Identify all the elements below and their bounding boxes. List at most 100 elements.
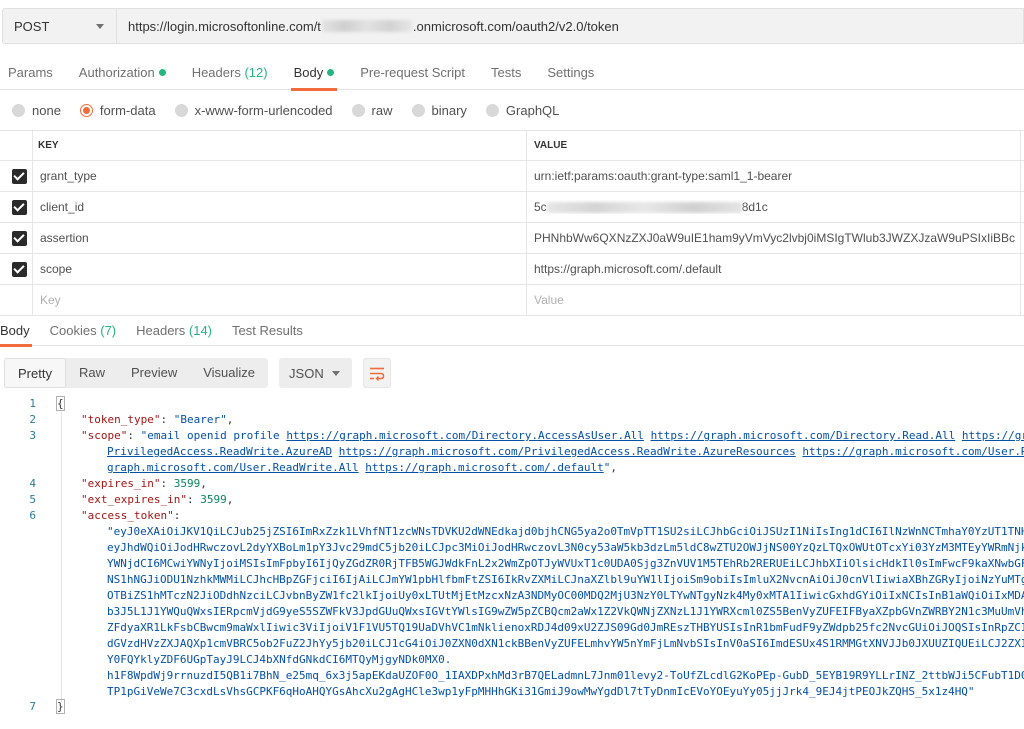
code-line: PrivilegedAccess.ReadWrite.AzureAD https… — [107, 444, 1024, 460]
view-preview-button[interactable]: Preview — [118, 358, 190, 388]
param-value[interactable]: urn:ietf:params:oauth:grant-type:saml1_1… — [534, 169, 1016, 183]
tab-body[interactable]: Body — [281, 56, 348, 91]
tab-headers[interactable]: Headers (12) — [179, 56, 281, 90]
line-number: 1 — [29, 397, 36, 410]
param-value[interactable]: 5c 8d1c — [534, 200, 1016, 214]
tab-count: (7) — [100, 322, 117, 338]
json-key: "ext_expires_in" — [81, 493, 187, 506]
param-key[interactable]: scope — [40, 262, 72, 276]
scope-link[interactable]: https://graph.microsoft.com/Directory.Ac… — [286, 429, 644, 442]
json-string: "email openid profile — [140, 429, 287, 442]
row-enabled-checkbox[interactable] — [12, 231, 27, 246]
param-value[interactable]: https://graph.microsoft.com/.default — [534, 262, 1016, 276]
access-token-line: YWNjdCI6MCwiYWNyIjoiMSIsImFpbyI6IjQyZGdZ… — [107, 557, 1024, 570]
chevron-down-icon — [332, 371, 341, 376]
tab-authorization[interactable]: Authorization — [66, 56, 179, 90]
tab-settings[interactable]: Settings — [534, 56, 607, 90]
line-number: 7 — [29, 700, 36, 713]
wrap-lines-button[interactable] — [363, 358, 392, 388]
column-divider — [32, 254, 33, 284]
row-enabled-checkbox[interactable] — [12, 169, 27, 184]
radio-label: x-www-form-urlencoded — [194, 102, 333, 118]
scope-link[interactable]: PrivilegedAccess.ReadWrite.AzureAD — [107, 445, 332, 458]
radio-graphql[interactable]: GraphQL — [485, 103, 559, 118]
json-number: 3599 — [173, 477, 201, 490]
new-value-input[interactable]: Value — [534, 293, 1016, 307]
method-select[interactable]: POST — [2, 8, 117, 44]
column-divider — [32, 223, 33, 253]
tab-label: Body — [0, 322, 30, 338]
tab-count: (12) — [244, 64, 268, 80]
format-label: JSON — [289, 365, 324, 381]
table-row: scope https://graph.microsoft.com/.defau… — [0, 254, 1024, 285]
scope-link[interactable]: https://graph.microsoft.com/PrivilegedAc… — [339, 445, 796, 458]
radio-none[interactable]: none — [12, 103, 61, 118]
column-divider — [526, 192, 527, 222]
line-number: 3 — [29, 429, 36, 442]
response-body-editor[interactable]: 1 2 3 4 5 6 7 { "token_type": "Bearer", … — [0, 396, 1024, 729]
chevron-down-icon — [96, 24, 104, 29]
json-space — [955, 429, 962, 442]
url-input[interactable]: https://login.microsoftonline.com/t .onmi… — [117, 8, 1024, 44]
json-comma: , — [226, 413, 234, 426]
response-tab-test-results[interactable]: Test Results — [222, 316, 313, 346]
view-raw-button[interactable]: Raw — [66, 358, 118, 388]
table-row: grant_type urn:ietf:params:oauth:grant-t… — [0, 161, 1024, 192]
column-divider — [1020, 161, 1021, 191]
response-tab-headers[interactable]: Headers (14) — [126, 316, 222, 346]
radio-form-data[interactable]: form-data — [79, 102, 156, 118]
response-tab-body[interactable]: Body — [0, 316, 40, 347]
tab-params[interactable]: Params — [0, 56, 66, 90]
param-value[interactable]: PHNhbWw6QXNzZXJ0aW9uIE1ham9yVmVyc2lvbj0i… — [534, 231, 1016, 245]
row-enabled-checkbox[interactable] — [12, 200, 27, 215]
radio-label: binary — [431, 102, 467, 118]
column-divider — [32, 131, 33, 160]
column-divider — [526, 254, 527, 284]
access-token-line: b3J5L1J1YWQuQWxsIERpcmVjdG9yeS5SZWFkV3Jp… — [107, 605, 1024, 618]
wrap-lines-icon — [370, 367, 385, 381]
param-key[interactable]: grant_type — [40, 169, 97, 183]
tab-pre-request-script[interactable]: Pre-request Script — [347, 56, 478, 90]
access-token-line: dGVzdHVzZXJAQXp1cmVBRC5ob2FuZ2JhYy5jb20i… — [107, 637, 1024, 650]
radio-x-www-form-urlencoded[interactable]: x-www-form-urlencoded — [174, 102, 333, 118]
scope-link[interactable]: graph.microsoft.com/User.ReadWrite.All — [107, 461, 359, 474]
status-dot-icon — [327, 68, 335, 76]
tab-label: Headers — [191, 64, 241, 80]
json-colon: : — [127, 429, 141, 442]
tab-count: (14) — [188, 322, 213, 338]
table-header: KEY VALUE — [0, 131, 1024, 161]
response-tab-cookies[interactable]: Cookies (7) — [40, 316, 126, 346]
tab-tests[interactable]: Tests — [478, 56, 534, 90]
param-key[interactable]: assertion — [40, 231, 89, 245]
param-key[interactable]: client_id — [40, 200, 84, 214]
request-tabs: Params Authorization Headers (12) Body Pre-r… — [0, 56, 1024, 91]
tab-label: Cookies — [49, 322, 97, 338]
json-colon: : — [173, 509, 181, 522]
json-colon: : — [160, 477, 174, 490]
json-comma: , — [226, 493, 234, 506]
key-column-header: KEY — [38, 140, 59, 151]
scope-link[interactable]: https://gra — [962, 429, 1024, 442]
radio-raw[interactable]: raw — [351, 103, 393, 118]
column-divider — [1020, 285, 1021, 315]
scope-link[interactable]: https://graph.microsoft.com/User.Re — [802, 445, 1024, 458]
line-number: 4 — [29, 477, 36, 490]
new-key-input[interactable]: Key — [40, 293, 61, 307]
scope-link[interactable]: https://graph.microsoft.com/Directory.Re… — [651, 429, 956, 442]
radio-binary[interactable]: binary — [411, 102, 467, 118]
view-visualize-button[interactable]: Visualize — [190, 358, 268, 388]
tab-label: Body — [293, 64, 324, 80]
json-key: "access_token" — [81, 509, 174, 522]
view-pretty-button[interactable]: Pretty — [4, 358, 66, 388]
row-enabled-checkbox[interactable] — [12, 262, 27, 277]
redacted-blur — [546, 202, 742, 214]
code-line: "access_token": — [81, 508, 180, 524]
scope-link[interactable]: https://graph.microsoft.com/.default — [365, 461, 603, 474]
column-divider — [1020, 254, 1021, 284]
tab-label: Tests — [490, 64, 522, 80]
format-select[interactable]: JSON — [279, 358, 353, 388]
code-line: } — [56, 699, 65, 715]
radio-label: form-data — [99, 102, 156, 118]
access-token-line: ZFdyaXR1LkFsbCBwcm9maWxlIiwic3ViIjoiV1F1… — [107, 621, 1024, 634]
access-token-line: TP1pGiVeWe7C3cxdLsVhsGCPKF6qHoAHQYGsAhcX… — [107, 685, 975, 698]
